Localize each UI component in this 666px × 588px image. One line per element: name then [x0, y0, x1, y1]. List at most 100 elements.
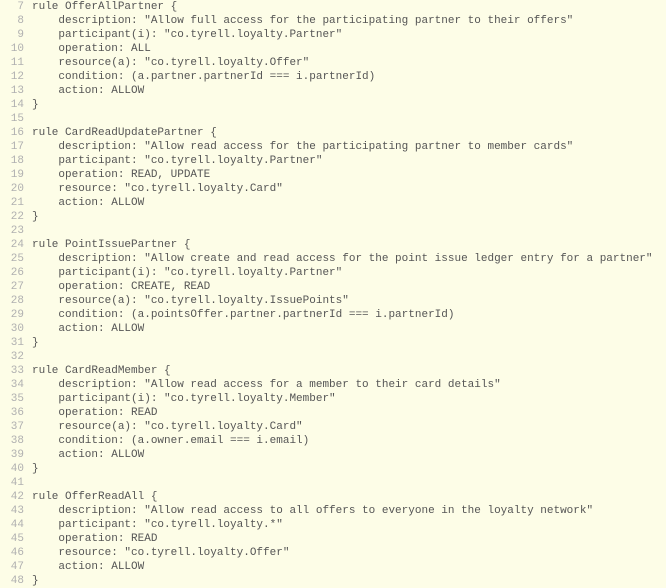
code-text: rule OfferAllPartner { [32, 0, 177, 14]
code-line: 17 description: "Allow read access for t… [0, 140, 666, 154]
code-line: 11 resource(a): "co.tyrell.loyalty.Offer… [0, 56, 666, 70]
line-number: 16 [0, 126, 32, 140]
code-text: condition: (a.partner.partnerId === i.pa… [32, 70, 375, 84]
line-number: 15 [0, 112, 32, 126]
code-text: participant(i): "co.tyrell.loyalty.Partn… [32, 266, 342, 280]
code-text: condition: (a.pointsOffer.partner.partne… [32, 308, 454, 322]
line-number: 9 [0, 28, 32, 42]
code-text: description: "Allow read access to all o… [32, 504, 593, 518]
line-number: 12 [0, 70, 32, 84]
code-line: 10 operation: ALL [0, 42, 666, 56]
code-text: operation: READ [32, 406, 157, 420]
line-number: 38 [0, 434, 32, 448]
code-line: 39 action: ALLOW [0, 448, 666, 462]
code-text: resource(a): "co.tyrell.loyalty.Card" [32, 420, 303, 434]
line-number: 34 [0, 378, 32, 392]
line-number: 20 [0, 182, 32, 196]
code-line: 27 operation: CREATE, READ [0, 280, 666, 294]
code-text: action: ALLOW [32, 560, 144, 574]
code-line: 16rule CardReadUpdatePartner { [0, 126, 666, 140]
code-line: 44 participant: "co.tyrell.loyalty.*" [0, 518, 666, 532]
code-line: 29 condition: (a.pointsOffer.partner.par… [0, 308, 666, 322]
code-line: 32 [0, 350, 666, 364]
code-text: rule CardReadMember { [32, 364, 171, 378]
line-number: 25 [0, 252, 32, 266]
line-number: 37 [0, 420, 32, 434]
code-line: 7rule OfferAllPartner { [0, 0, 666, 14]
code-text: description: "Allow full access for the … [32, 14, 573, 28]
line-number: 29 [0, 308, 32, 322]
line-number: 30 [0, 322, 32, 336]
code-text: } [32, 210, 39, 224]
line-number: 39 [0, 448, 32, 462]
code-line: 30 action: ALLOW [0, 322, 666, 336]
line-number: 27 [0, 280, 32, 294]
code-text: } [32, 462, 39, 476]
line-number: 26 [0, 266, 32, 280]
code-text: resource: "co.tyrell.loyalty.Card" [32, 182, 283, 196]
line-number: 28 [0, 294, 32, 308]
code-text: rule OfferReadAll { [32, 490, 157, 504]
code-text: action: ALLOW [32, 322, 144, 336]
code-line: 33rule CardReadMember { [0, 364, 666, 378]
code-line: 14} [0, 98, 666, 112]
line-number: 32 [0, 350, 32, 364]
code-text: rule CardReadUpdatePartner { [32, 126, 217, 140]
code-line: 36 operation: READ [0, 406, 666, 420]
line-number: 24 [0, 238, 32, 252]
code-text: action: ALLOW [32, 196, 144, 210]
code-line: 24rule PointIssuePartner { [0, 238, 666, 252]
code-text: description: "Allow read access for a me… [32, 378, 501, 392]
code-line: 23 [0, 224, 666, 238]
code-line: 26 participant(i): "co.tyrell.loyalty.Pa… [0, 266, 666, 280]
line-number: 33 [0, 364, 32, 378]
line-number: 23 [0, 224, 32, 238]
code-text: } [32, 98, 39, 112]
line-number: 17 [0, 140, 32, 154]
line-number: 19 [0, 168, 32, 182]
code-text: resource: "co.tyrell.loyalty.Offer" [32, 546, 289, 560]
code-line: 40} [0, 462, 666, 476]
line-number: 22 [0, 210, 32, 224]
code-line: 20 resource: "co.tyrell.loyalty.Card" [0, 182, 666, 196]
line-number: 41 [0, 476, 32, 490]
code-line: 13 action: ALLOW [0, 84, 666, 98]
code-text: resource(a): "co.tyrell.loyalty.Offer" [32, 56, 309, 70]
line-number: 10 [0, 42, 32, 56]
code-text: action: ALLOW [32, 448, 144, 462]
code-line: 21 action: ALLOW [0, 196, 666, 210]
code-text: operation: READ [32, 532, 157, 546]
code-line: 34 description: "Allow read access for a… [0, 378, 666, 392]
code-text: participant: "co.tyrell.loyalty.*" [32, 518, 283, 532]
code-line: 9 participant(i): "co.tyrell.loyalty.Par… [0, 28, 666, 42]
code-line: 22} [0, 210, 666, 224]
line-number: 14 [0, 98, 32, 112]
code-line: 37 resource(a): "co.tyrell.loyalty.Card" [0, 420, 666, 434]
code-line: 25 description: "Allow create and read a… [0, 252, 666, 266]
line-number: 7 [0, 0, 32, 14]
code-text: condition: (a.owner.email === i.email) [32, 434, 309, 448]
line-number: 44 [0, 518, 32, 532]
code-line: 46 resource: "co.tyrell.loyalty.Offer" [0, 546, 666, 560]
line-number: 8 [0, 14, 32, 28]
code-editor: 7rule OfferAllPartner {8 description: "A… [0, 0, 666, 588]
code-line: 28 resource(a): "co.tyrell.loyalty.Issue… [0, 294, 666, 308]
line-number: 45 [0, 532, 32, 546]
code-text: rule PointIssuePartner { [32, 238, 190, 252]
code-text: resource(a): "co.tyrell.loyalty.IssuePoi… [32, 294, 349, 308]
code-line: 19 operation: READ, UPDATE [0, 168, 666, 182]
line-number: 40 [0, 462, 32, 476]
code-line: 35 participant(i): "co.tyrell.loyalty.Me… [0, 392, 666, 406]
code-line: 18 participant: "co.tyrell.loyalty.Partn… [0, 154, 666, 168]
line-number: 36 [0, 406, 32, 420]
code-text: operation: READ, UPDATE [32, 168, 210, 182]
line-number: 35 [0, 392, 32, 406]
code-text: } [32, 336, 39, 350]
code-text: participant(i): "co.tyrell.loyalty.Membe… [32, 392, 336, 406]
line-number: 11 [0, 56, 32, 70]
line-number: 43 [0, 504, 32, 518]
line-number: 21 [0, 196, 32, 210]
code-line: 31} [0, 336, 666, 350]
code-line: 43 description: "Allow read access to al… [0, 504, 666, 518]
code-text: operation: CREATE, READ [32, 280, 210, 294]
